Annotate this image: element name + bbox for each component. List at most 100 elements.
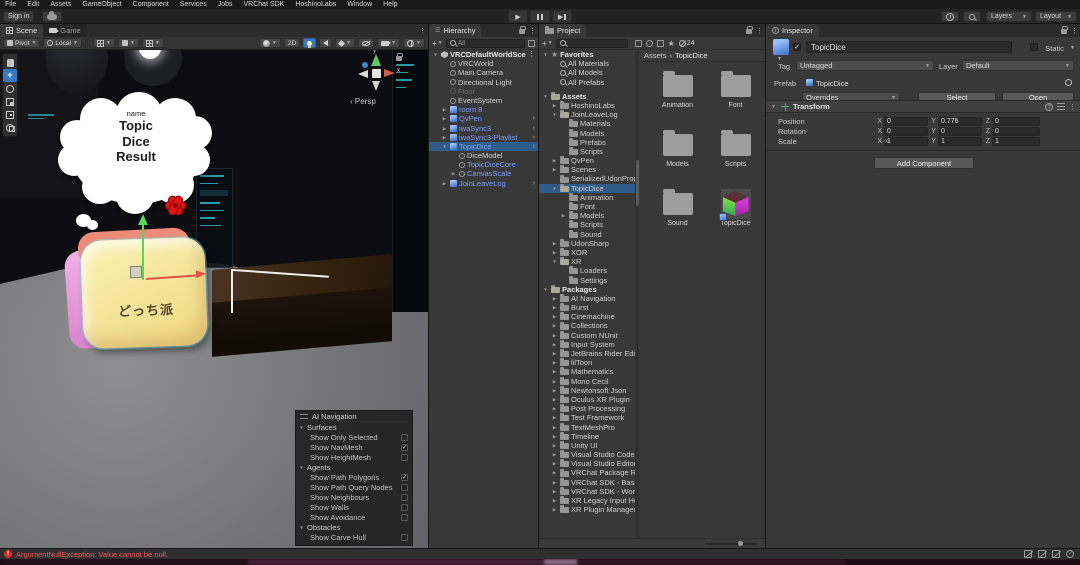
menu-item-vrchat-sdk[interactable]: VRChat SDK xyxy=(244,1,285,8)
project-tree-item[interactable]: ▶ Mathematics xyxy=(539,367,635,376)
project-tree-item[interactable]: ▶ AI Navigation xyxy=(539,294,635,303)
project-grid-item-topicdice[interactable]: TopicDice xyxy=(707,188,764,243)
rotation-y-field[interactable] xyxy=(938,126,982,136)
twisty-icon[interactable]: ▶ xyxy=(551,432,558,441)
gizmo-center-cube[interactable] xyxy=(372,69,381,78)
project-tree-item[interactable]: ▶ Scenes xyxy=(539,165,635,174)
step-button[interactable]: ▶ xyxy=(552,10,572,23)
twisty-icon[interactable]: ▶ xyxy=(551,239,558,248)
move-gizmo-center[interactable] xyxy=(129,265,143,279)
project-tree-item[interactable]: Scripts xyxy=(539,220,635,229)
hierarchy-item[interactable]: ▼ VRCDefaultWorldScen ⋮ xyxy=(429,50,538,59)
project-tree-item[interactable]: ▶ Timeline xyxy=(539,432,635,441)
hierarchy-search-input[interactable] xyxy=(457,39,521,47)
menu-item-help[interactable]: Help xyxy=(383,1,397,8)
checkbox[interactable] xyxy=(401,533,408,541)
search-by-type-icon[interactable] xyxy=(634,39,642,47)
play-button[interactable]: ▶ xyxy=(508,10,528,23)
snap-dropdown[interactable]: ▼ xyxy=(117,38,139,48)
project-tree-item[interactable]: Loaders xyxy=(539,266,635,275)
tab-inspector[interactable]: i Inspector xyxy=(766,24,819,37)
menu-item-edit[interactable]: Edit xyxy=(27,1,39,8)
hierarchy-search-box[interactable] xyxy=(445,38,525,48)
hierarchy-item[interactable]: ▶ iwaSync3 › xyxy=(429,124,538,133)
twisty-icon[interactable]: ▶ xyxy=(441,124,448,133)
console-error-message[interactable]: ArgumentNullException: Value cannot be n… xyxy=(16,550,1020,559)
create-object-button[interactable]: + ▼ xyxy=(432,39,443,48)
create-asset-button[interactable]: + ▼ xyxy=(542,39,553,48)
project-tree-item[interactable]: ▶ Oculus XR Plugin xyxy=(539,395,635,404)
project-tree-item[interactable]: ▼ JoinLeaveLog xyxy=(539,110,635,119)
project-tree-item[interactable]: ▶ VRChat Package Res xyxy=(539,468,635,477)
ai-nav-option[interactable]: Show Carve Hull xyxy=(296,532,412,542)
twisty-icon[interactable]: ▶ xyxy=(551,423,558,432)
object-name-field[interactable] xyxy=(806,41,1012,53)
layout-dropdown[interactable]: Layout ▼ xyxy=(1035,11,1077,22)
rect-tool[interactable] xyxy=(3,108,17,121)
project-tree-item[interactable]: ▶ lilToon xyxy=(539,358,635,367)
project-tree-item[interactable]: ▼ ★ Favorites xyxy=(539,50,635,59)
ai-nav-option[interactable]: Show NavMesh ✓ xyxy=(296,442,412,452)
project-tree-item[interactable]: Models xyxy=(539,129,635,138)
twisty-icon[interactable]: ▶ xyxy=(551,395,558,404)
project-tree-item[interactable]: Scripts xyxy=(539,147,635,156)
z-axis-cone-icon[interactable] xyxy=(362,62,368,68)
menu-item-jobs[interactable]: Jobs xyxy=(218,1,233,8)
local-dropdown[interactable]: Local ▼ xyxy=(43,38,82,48)
menu-item-window[interactable]: Window xyxy=(347,1,372,8)
twisty-icon[interactable]: ▶ xyxy=(551,294,558,303)
project-tree-item[interactable]: ▶ Cinemachine xyxy=(539,312,635,321)
project-tree-item[interactable]: ▶ Newtonsoft Json xyxy=(539,386,635,395)
twisty-icon[interactable]: ▼ xyxy=(441,142,448,151)
lock-icon[interactable] xyxy=(519,26,526,34)
project-tree-item[interactable]: SerializedUdonProgra xyxy=(539,174,635,183)
twisty-icon[interactable]: ▶ xyxy=(551,413,558,422)
2d-toggle[interactable]: 2D xyxy=(283,38,301,48)
foldout-icon[interactable]: ▼ xyxy=(770,104,777,110)
mute-errors-icon[interactable] xyxy=(1052,550,1060,558)
twisty-icon[interactable]: ▼ xyxy=(432,50,439,59)
twisty-icon[interactable]: ▶ xyxy=(441,105,448,114)
breadcrumb-assets[interactable]: Assets xyxy=(644,51,667,60)
axis-cone-icon[interactable] xyxy=(358,70,368,78)
project-tree-item[interactable]: ▶ Visual Studio Editor xyxy=(539,459,635,468)
checkbox[interactable] xyxy=(401,513,408,521)
thumbnail-size-slider[interactable] xyxy=(705,543,757,545)
twisty-icon[interactable]: ▶ xyxy=(551,358,558,367)
dice-object[interactable]: どっち派 xyxy=(63,214,216,352)
scale-y-field[interactable] xyxy=(938,136,982,146)
project-tree-item[interactable]: ▶ XR Plugin Manageme xyxy=(539,505,635,514)
ai-nav-section-surfaces[interactable]: ▼ Surfaces xyxy=(296,422,412,432)
menu-item-services[interactable]: Services xyxy=(180,1,207,8)
ai-nav-option[interactable]: Show Path Query Nodes xyxy=(296,482,412,492)
hierarchy-item[interactable]: TopicDiceCore xyxy=(429,160,538,169)
pivot-dropdown[interactable]: Pivot ▼ xyxy=(3,38,41,48)
twisty-icon[interactable]: ▶ xyxy=(551,496,558,505)
menu-item-file[interactable]: File xyxy=(5,1,16,8)
increment-snap-dropdown[interactable]: ▼ xyxy=(141,38,164,48)
foldout-icon[interactable]: ▼ xyxy=(298,525,305,530)
y-axis-gizmo[interactable] xyxy=(142,224,144,280)
project-tree-item[interactable]: ▼ Packages xyxy=(539,285,635,294)
audio-toggle[interactable] xyxy=(319,38,333,48)
presets-icon[interactable] xyxy=(1057,103,1065,110)
twisty-icon[interactable]: ▶ xyxy=(551,101,558,110)
y-axis-cone-icon[interactable] xyxy=(371,54,381,66)
twisty-icon[interactable]: ▼ xyxy=(551,110,558,119)
position-y-field[interactable] xyxy=(938,116,982,126)
static-checkbox[interactable] xyxy=(1030,43,1038,51)
twisty-icon[interactable]: ▶ xyxy=(551,377,558,386)
twisty-icon[interactable]: ▶ xyxy=(551,386,558,395)
twisty-icon[interactable]: ▼ xyxy=(542,50,549,59)
search-button[interactable] xyxy=(963,11,981,22)
scene-viewport[interactable]: name Topic Dice Result どっち派 y x ‹ Persp … xyxy=(0,50,428,548)
project-tree-item[interactable]: ▶ QvPen xyxy=(539,156,635,165)
project-tree-item[interactable]: Settings xyxy=(539,276,635,285)
item-menu-icon[interactable]: ⋮ xyxy=(528,50,538,59)
project-tree-item[interactable]: ▶ XR Legacy Input Help xyxy=(539,496,635,505)
hierarchy-item[interactable]: Floor xyxy=(429,87,538,96)
twisty-icon[interactable]: ▶ xyxy=(441,133,448,142)
grid-visibility-dropdown[interactable]: ▼ xyxy=(92,38,115,48)
hidden-objects-toggle[interactable] xyxy=(358,38,375,48)
lock-icon[interactable] xyxy=(746,26,753,34)
